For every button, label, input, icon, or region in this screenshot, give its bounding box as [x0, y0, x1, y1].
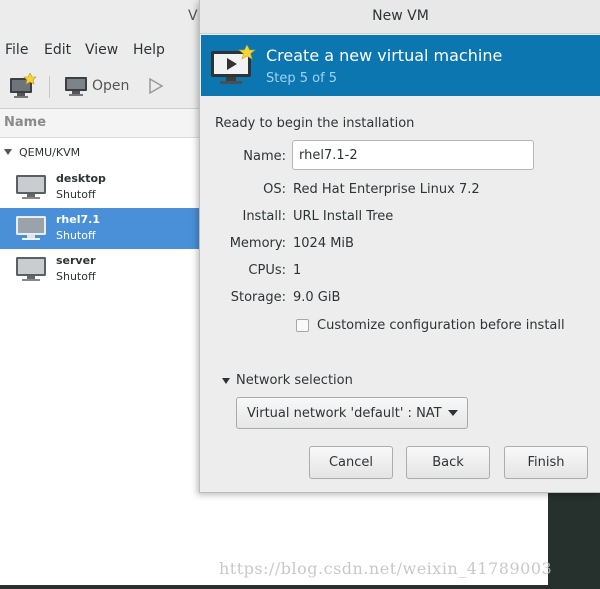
- toolbar-separator: [49, 76, 50, 98]
- manager-title: V: [188, 8, 198, 24]
- play-icon: [149, 77, 164, 95]
- dialog-title: New VM: [372, 8, 429, 24]
- menu-view[interactable]: View: [85, 42, 118, 58]
- menu-file[interactable]: File: [5, 42, 28, 58]
- desktop-background: [548, 490, 600, 589]
- new-vm-icon: [211, 45, 256, 84]
- customize-checkbox[interactable]: [296, 319, 309, 332]
- monitor-icon: [65, 77, 87, 96]
- cpus-value: 1: [293, 263, 302, 278]
- open-button[interactable]: Open: [64, 70, 129, 102]
- dialog-body: Ready to begin the installation Name: OS…: [200, 98, 600, 492]
- expander-down-icon[interactable]: [4, 149, 12, 155]
- vm-monitor-icon: [16, 216, 46, 240]
- column-name-label: Name: [4, 115, 47, 130]
- network-dropdown-value: Virtual network 'default' : NAT: [247, 405, 442, 421]
- ready-text: Ready to begin the installation: [215, 116, 415, 131]
- new-vm-button[interactable]: [9, 70, 37, 102]
- vm-status: Shutoff: [56, 229, 96, 242]
- new-vm-dialog: New VM Create a new virtual machine Step…: [199, 0, 600, 493]
- banner-step: Step 5 of 5: [266, 71, 338, 86]
- finish-button[interactable]: Finish: [504, 446, 588, 479]
- install-label: Install:: [242, 209, 286, 224]
- os-value: Red Hat Enterprise Linux 7.2: [293, 182, 480, 197]
- cpus-label: CPUs:: [248, 263, 286, 278]
- customize-label: Customize configuration before install: [317, 318, 565, 333]
- menu-help[interactable]: Help: [133, 42, 165, 58]
- network-selection-label: Network selection: [236, 373, 353, 388]
- memory-value: 1024 MiB: [293, 236, 354, 251]
- install-value: URL Install Tree: [293, 209, 394, 224]
- wizard-banner: Create a new virtual machine Step 5 of 5: [201, 35, 600, 96]
- connection-label: QEMU/KVM: [19, 146, 81, 159]
- customize-option[interactable]: Customize configuration before install: [296, 318, 565, 333]
- vm-name: desktop: [56, 172, 106, 185]
- name-input[interactable]: [292, 140, 534, 170]
- vm-monitor-icon: [16, 175, 46, 199]
- new-vm-icon: [10, 73, 37, 98]
- dropdown-arrow-icon: [447, 410, 458, 416]
- expander-down-icon: [222, 377, 230, 384]
- run-button[interactable]: [148, 70, 164, 102]
- vm-status: Shutoff: [56, 188, 96, 201]
- open-label: Open: [92, 78, 130, 94]
- vm-name: rhel7.1: [56, 213, 100, 226]
- dialog-titlebar[interactable]: New VM: [200, 0, 600, 34]
- watermark-text: https://blog.csdn.net/weixin_41789003: [219, 559, 553, 578]
- name-label: Name:: [243, 149, 286, 164]
- banner-heading: Create a new virtual machine: [266, 46, 503, 65]
- os-label: OS:: [263, 182, 286, 197]
- cancel-button[interactable]: Cancel: [309, 446, 393, 479]
- storage-value: 9.0 GiB: [293, 290, 341, 305]
- vm-status: Shutoff: [56, 270, 96, 283]
- back-button[interactable]: Back: [406, 446, 490, 479]
- network-dropdown[interactable]: Virtual network 'default' : NAT: [236, 397, 468, 429]
- memory-label: Memory:: [229, 236, 286, 251]
- vm-monitor-icon: [16, 257, 46, 281]
- vm-name: server: [56, 254, 96, 267]
- storage-label: Storage:: [230, 290, 286, 305]
- menu-edit[interactable]: Edit: [44, 42, 71, 58]
- network-expander[interactable]: Network selection: [222, 373, 353, 388]
